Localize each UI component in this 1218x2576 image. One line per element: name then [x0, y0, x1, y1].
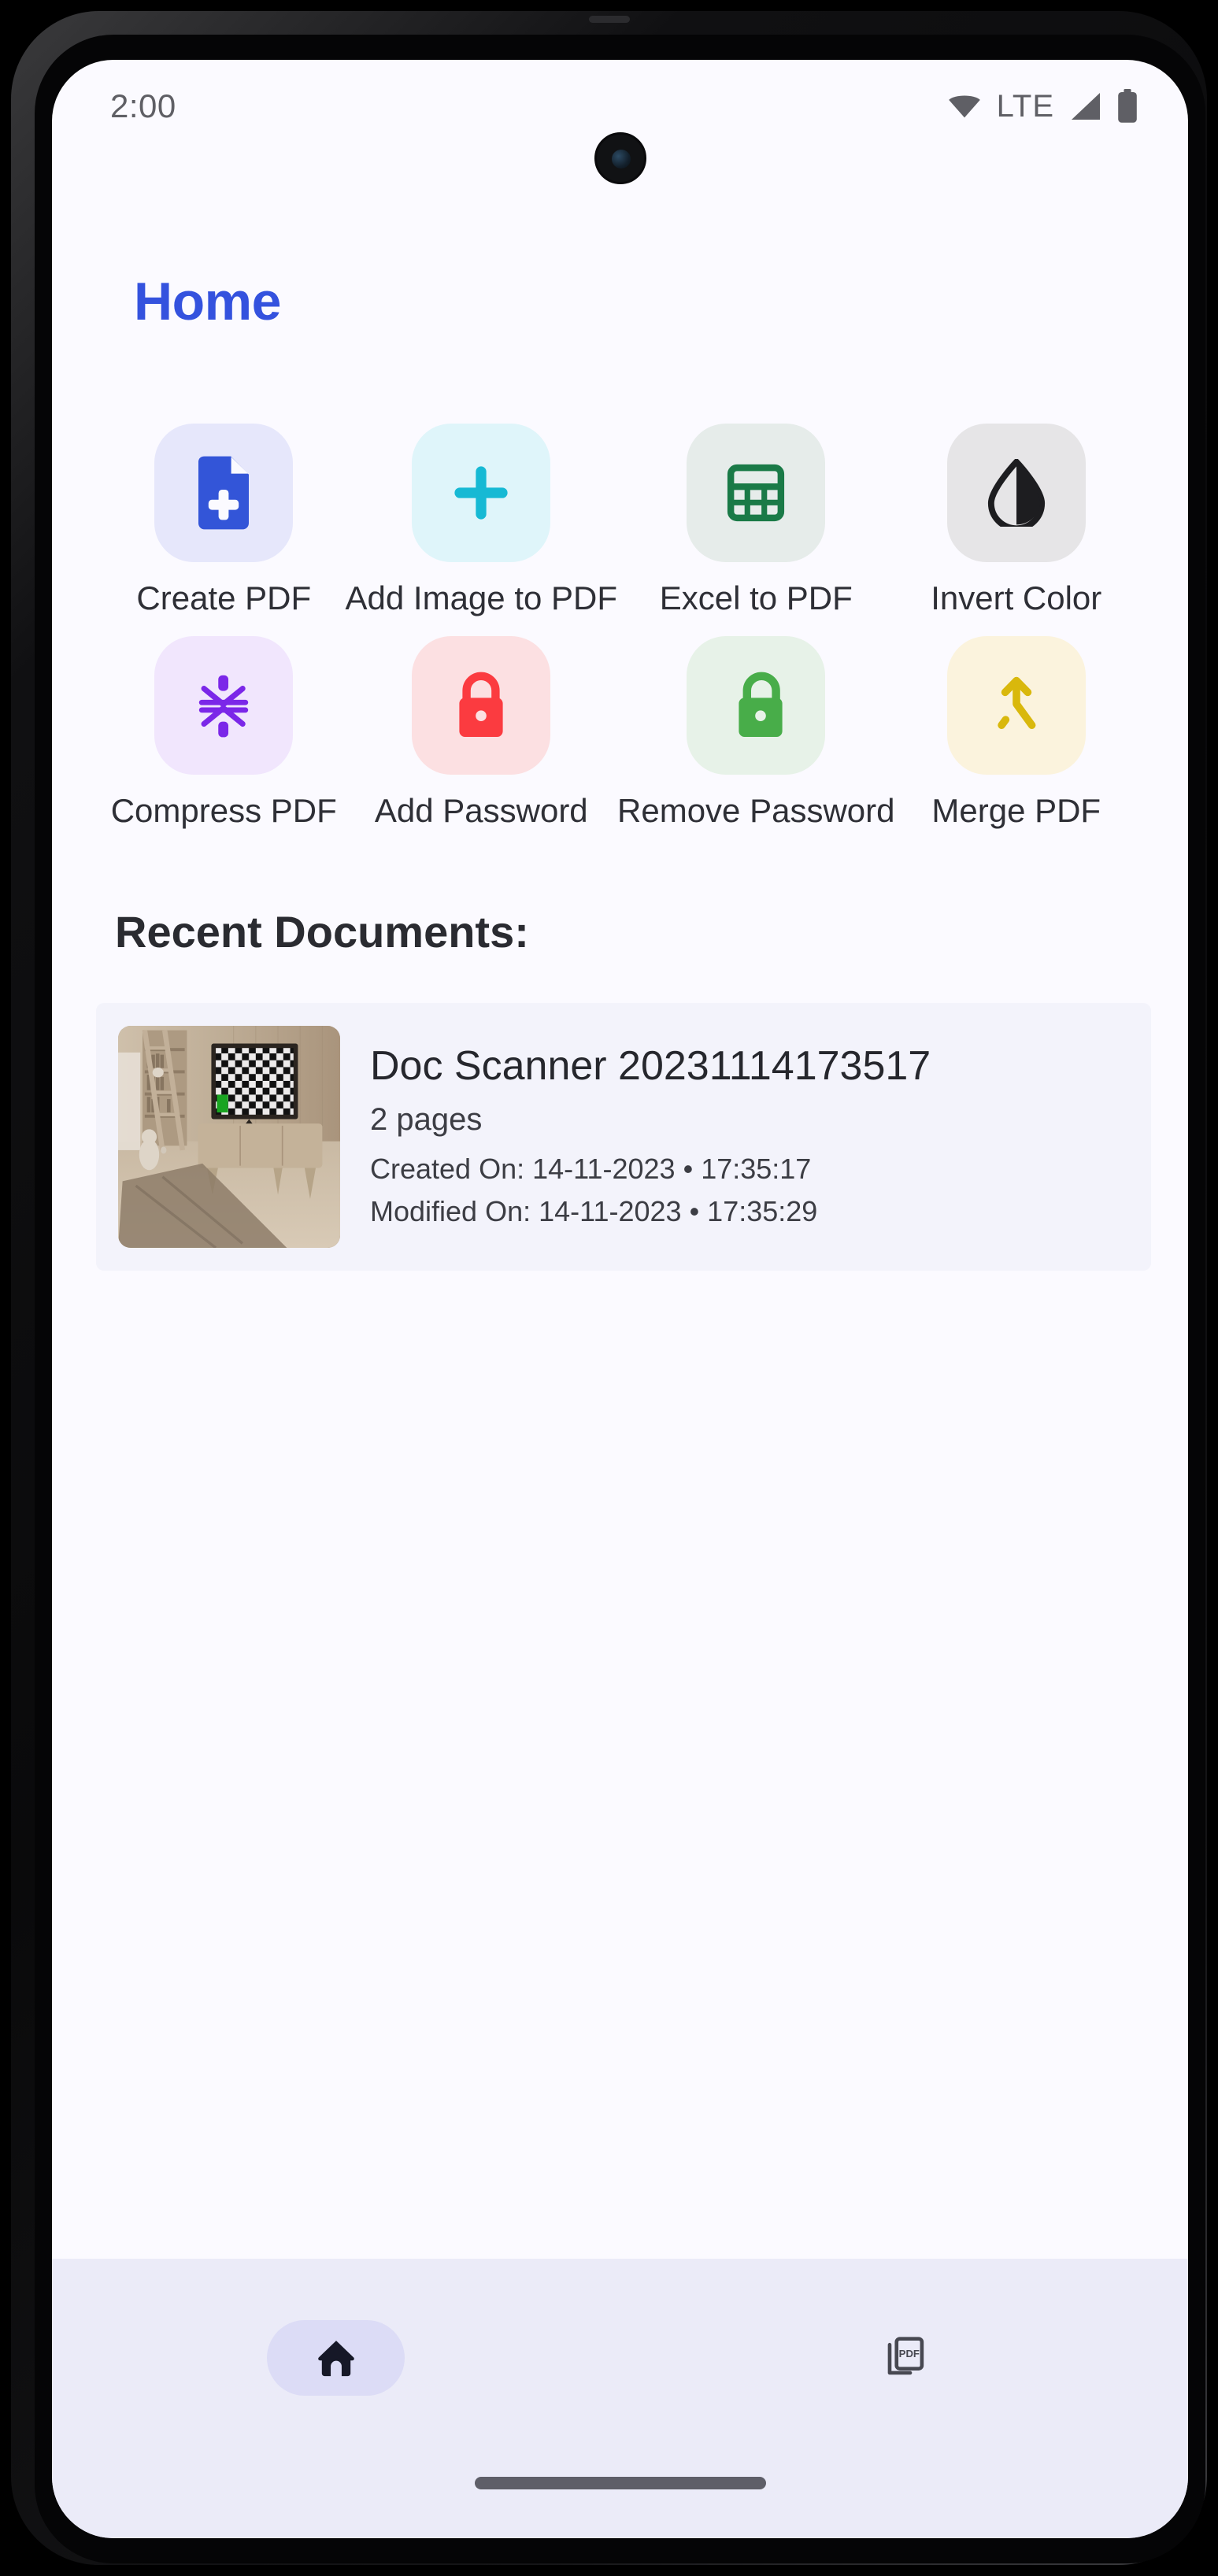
tool-label: Excel to PDF	[659, 579, 853, 616]
merge-pdf-icon	[987, 673, 1046, 738]
recent-documents-heading: Recent Documents:	[115, 907, 529, 957]
home-icon	[316, 2338, 357, 2378]
add-image-icon	[448, 460, 514, 526]
device-frame: 2:00 LTE Home Create PDF Add Image to PD…	[11, 11, 1207, 2565]
compress-pdf-icon	[193, 672, 254, 739]
create-pdf-icon	[192, 455, 255, 531]
document-modified-on: Modified On: 14-11-2023 • 17:35:29	[370, 1194, 818, 1227]
wifi-icon	[946, 92, 983, 120]
nav-item-home[interactable]	[226, 2320, 446, 2396]
list-item[interactable]: Doc Scanner 20231114173517 2 pages Creat…	[96, 1003, 1151, 1271]
nav-item-pdf-documents[interactable]: PDF	[794, 2320, 1014, 2396]
earpiece-speaker	[588, 16, 630, 23]
document-title: Doc Scanner 20231114173517	[370, 1043, 931, 1090]
gesture-navigation-bar[interactable]	[474, 2477, 766, 2489]
tool-label: Invert Color	[931, 579, 1102, 616]
lock-closed-icon	[453, 671, 509, 740]
invert-color-icon	[987, 459, 1046, 527]
excel-icon	[725, 462, 787, 524]
tool-label: Add Image to PDF	[345, 579, 618, 616]
front-camera	[594, 132, 646, 184]
nav-home-selected-pill	[267, 2320, 405, 2396]
lock-closed-icon-box	[412, 636, 551, 775]
document-info: Doc Scanner 20231114173517 2 pages Creat…	[370, 1042, 931, 1231]
document-thumbnail	[118, 1026, 340, 1248]
nav-pdf-documents-slot: PDF	[835, 2320, 973, 2396]
tool-grid: Create PDF Add Image to PDF Excel to PDF…	[102, 424, 1138, 830]
tool-label: Remove Password	[617, 792, 895, 829]
pdf-documents-icon: PDF	[883, 2336, 925, 2380]
tool-label: Create PDF	[136, 579, 312, 616]
tool-label: Add Password	[374, 792, 588, 829]
network-type-label: LTE	[996, 88, 1054, 124]
svg-text:PDF: PDF	[899, 2348, 920, 2359]
add-image-icon-box	[412, 424, 551, 562]
status-icon-group: LTE	[946, 89, 1138, 124]
tool-add-image-to-pdf[interactable]: Add Image to PDF	[345, 424, 618, 617]
tool-merge-pdf[interactable]: Merge PDF	[894, 636, 1138, 830]
tool-excel-to-pdf[interactable]: Excel to PDF	[617, 424, 894, 617]
tool-remove-password[interactable]: Remove Password	[617, 636, 894, 830]
tool-label: Merge PDF	[931, 792, 1101, 829]
battery-icon	[1117, 89, 1138, 124]
create-pdf-icon-box	[154, 424, 294, 562]
tool-invert-color[interactable]: Invert Color	[894, 424, 1138, 617]
tool-create-pdf[interactable]: Create PDF	[102, 424, 346, 617]
phone-screen: 2:00 LTE Home Create PDF Add Image to PD…	[52, 60, 1188, 2538]
tool-label: Compress PDF	[110, 792, 337, 829]
lock-open-icon	[727, 671, 784, 740]
lock-open-icon-box	[687, 636, 826, 775]
status-clock: 2:00	[110, 87, 176, 124]
document-page-count: 2 pages	[370, 1102, 483, 1138]
merge-pdf-icon-box	[946, 636, 1086, 775]
excel-icon-box	[687, 424, 826, 562]
document-created-on: Created On: 14-11-2023 • 17:35:17	[370, 1153, 812, 1186]
bottom-navigation-bar: PDF	[52, 2259, 1188, 2538]
page-title: Home	[134, 272, 281, 331]
compress-pdf-icon-box	[154, 636, 294, 775]
invert-color-icon-box	[946, 424, 1086, 562]
tool-compress-pdf[interactable]: Compress PDF	[102, 636, 346, 830]
signal-icon	[1068, 91, 1103, 121]
tool-add-password[interactable]: Add Password	[346, 636, 618, 830]
